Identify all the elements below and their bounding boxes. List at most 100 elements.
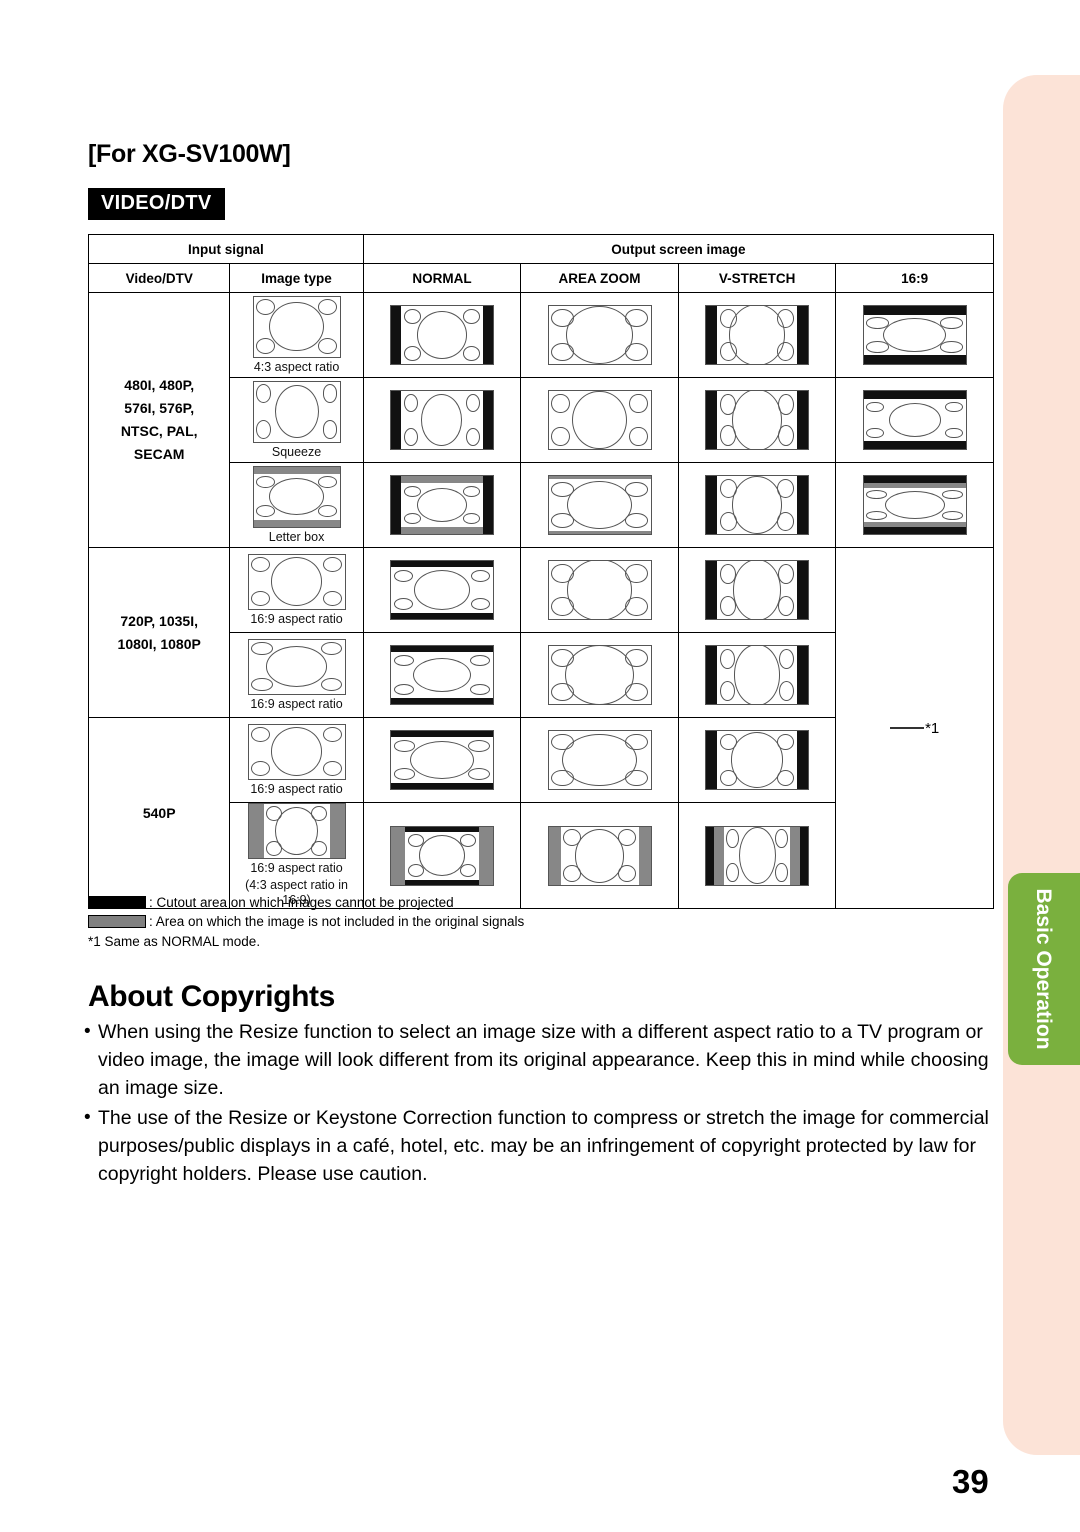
output-cell-normal (362, 292, 522, 378)
output-cell-normal (362, 717, 522, 803)
output-cell-normal (362, 632, 522, 718)
section-tab-label: Basic Operation (1032, 888, 1056, 1050)
legend-row-cutout: : Cutout area on which images cannot be … (88, 893, 524, 912)
header-video-dtv: Video/DTV (87, 263, 231, 293)
screen-border (252, 295, 341, 358)
output-diagram (364, 305, 521, 365)
screen-diagram (252, 295, 341, 358)
signal-label-line: SECAM (133, 446, 185, 462)
screen-border (389, 730, 494, 790)
screen-diagram (247, 723, 346, 780)
output-diagram (836, 390, 993, 450)
screen-diagram (389, 825, 494, 886)
section-tab-basic-operation: Basic Operation (1008, 873, 1080, 1065)
output-diagram (679, 730, 836, 790)
screen-border (247, 638, 346, 695)
screen-border (705, 305, 810, 365)
table-row: 720P, 1035I, 1080I, 1080P 16:9 aspect ra… (87, 547, 994, 909)
output-diagram (364, 560, 521, 620)
image-type-diagram (230, 553, 362, 610)
output-cell-area-zoom (520, 292, 679, 378)
image-type-cell: 16:9 aspect ratio (229, 547, 364, 633)
table-header-row-cols: Video/DTV Image type NORMAL AREA ZOOM V-… (87, 263, 994, 293)
screen-diagram (547, 645, 652, 705)
image-type-cell: Letter box (229, 462, 364, 548)
screen-border (547, 305, 652, 365)
screen-diagram (547, 825, 652, 886)
output-cell-area-zoom (520, 377, 679, 463)
list-item: • When using the Resize function to sele… (84, 1018, 990, 1102)
output-cell-area-zoom (520, 632, 679, 718)
screen-border (389, 825, 494, 886)
output-diagram (521, 730, 678, 790)
output-diagram (679, 560, 836, 620)
screen-diagram (389, 475, 494, 535)
table-row: 480I, 480P, 576I, 576P, NTSC, PAL, SECAM… (87, 292, 994, 548)
screen-border (705, 730, 810, 790)
screen-border (547, 645, 652, 705)
output-diagram (679, 645, 836, 705)
output-cell-v-stretch (677, 292, 837, 378)
output-cell-16-9 (835, 462, 994, 548)
screen-diagram (389, 645, 494, 705)
screen-diagram (247, 553, 346, 610)
screen-border (252, 380, 341, 443)
image-type-cell: 16:9 aspect ratio (229, 717, 364, 803)
page-title: [For XG-SV100W] (88, 140, 291, 168)
screen-diagram (547, 305, 652, 365)
screen-diagram (389, 730, 494, 790)
gray-swatch-icon (88, 915, 146, 928)
page-number: 39 (952, 1463, 989, 1500)
signal-label-line: 1080I, 1080P (117, 635, 201, 652)
output-diagram (836, 475, 993, 535)
screen-border (389, 390, 494, 450)
legend-footnote: *1 Same as NORMAL mode. (88, 934, 261, 949)
list-item: • The use of the Resize or Keystone Corr… (84, 1104, 990, 1188)
screen-diagram (389, 305, 494, 365)
output-diagram (521, 390, 678, 450)
header-16-9: 16:9 (835, 263, 994, 293)
image-type-caption: 16:9 aspect ratio (250, 611, 343, 626)
merged-note-label: *1 (925, 719, 940, 737)
output-diagram (521, 825, 678, 886)
output-cell-area-zoom (520, 717, 679, 803)
output-cell-v-stretch (677, 632, 837, 718)
output-diagram (364, 645, 521, 705)
resize-mode-table: Input signal Output screen image Video/D… (87, 234, 995, 909)
output-cell-area-zoom (520, 462, 679, 548)
output-cell-area-zoom (520, 802, 679, 909)
output-cell-area-zoom (520, 547, 679, 633)
header-area-zoom: AREA ZOOM (520, 263, 679, 293)
output-cell-normal (362, 377, 522, 463)
signal-label-line: 480I, 480P, (124, 377, 195, 393)
screen-diagram (247, 803, 346, 859)
screen-diagram (247, 638, 346, 695)
screen-border (705, 390, 810, 450)
image-type-caption: 16:9 aspect ratio (250, 861, 343, 875)
output-diagram (521, 645, 678, 705)
output-diagram (521, 305, 678, 365)
signal-cell-group-1: 480I, 480P, 576I, 576P, NTSC, PAL, SECAM (87, 292, 231, 548)
header-normal: NORMAL (362, 263, 522, 293)
output-cell-v-stretch (677, 377, 837, 463)
screen-diagram (547, 560, 652, 620)
screen-diagram (705, 560, 810, 620)
screen-diagram (862, 390, 967, 450)
screen-border (705, 475, 810, 535)
signal-cell-group-3: 540P (87, 717, 231, 909)
screen-border (247, 723, 346, 780)
output-diagram (679, 305, 836, 365)
screen-border (705, 560, 810, 620)
signal-label-line: 720P, 1035I, (120, 612, 198, 629)
bullet-icon: • (84, 1021, 91, 1042)
screen-diagram (862, 305, 967, 365)
image-type-diagram (230, 638, 362, 695)
screen-diagram (547, 475, 652, 535)
header-image-type: Image type (229, 263, 364, 293)
screen-border (389, 475, 494, 535)
screen-diagram (705, 645, 810, 705)
screen-diagram (252, 380, 341, 443)
page-content: [For XG-SV100W] VIDEO/DTV Input signal O… (0, 0, 1003, 1532)
screen-diagram (705, 475, 810, 535)
output-cell-normal (362, 547, 522, 633)
